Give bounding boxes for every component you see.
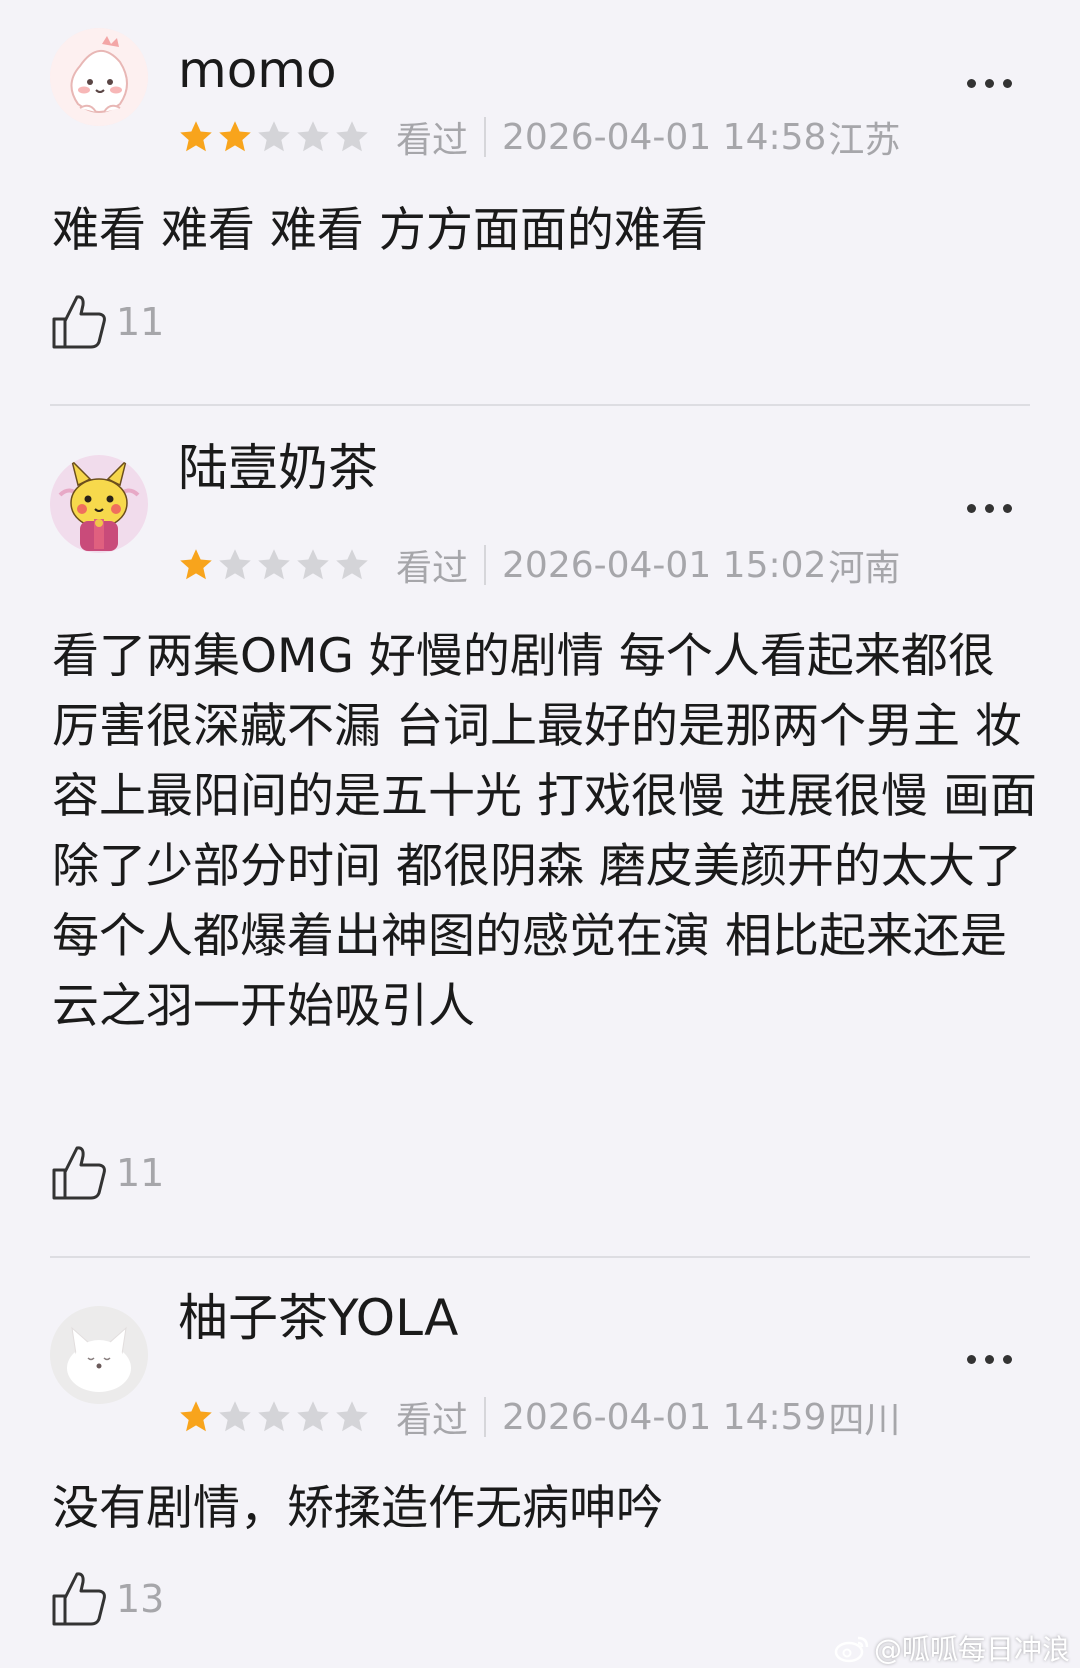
star-filled-icon: [180, 549, 212, 580]
review-time: 2026-04-01 14:58: [502, 116, 827, 158]
like-button[interactable]: 11: [50, 1142, 164, 1204]
review-region: 河南: [828, 548, 901, 589]
more-options-icon[interactable]: [962, 1344, 1018, 1374]
like-count: 11: [116, 300, 165, 344]
thumbs-up-icon: [52, 1146, 106, 1200]
star-empty-icon: [336, 1401, 368, 1432]
user-avatar[interactable]: [50, 1306, 148, 1404]
like-button[interactable]: 13: [50, 1568, 164, 1630]
star-empty-icon: [219, 1401, 251, 1432]
like-count: 11: [116, 1151, 165, 1195]
watch-status: 看过: [396, 1400, 469, 1441]
review-region: 四川: [828, 1400, 901, 1441]
review-time: 2026-04-01 15:02: [502, 544, 827, 586]
review-meta: 看过 2026-04-01 14:58 江苏: [178, 112, 900, 162]
star-empty-icon: [297, 549, 329, 580]
review-time: 2026-04-01 14:59: [502, 1396, 827, 1438]
meta-divider: [484, 117, 487, 157]
like-count: 13: [116, 1577, 165, 1621]
star-filled-icon: [180, 121, 212, 152]
white-fox-avatar-icon: [50, 1306, 148, 1404]
review-divider: [50, 404, 1030, 406]
pikachu-avatar-icon: [50, 455, 148, 553]
more-options-icon[interactable]: [962, 493, 1018, 523]
username[interactable]: momo: [178, 40, 337, 100]
review-region: 江苏: [828, 120, 901, 161]
review-content: 难看 难看 难看 方方面面的难看: [52, 203, 708, 258]
thumbs-up-icon: [52, 1572, 106, 1626]
meta-divider: [484, 545, 487, 585]
review-divider: [50, 1256, 1030, 1258]
star-empty-icon: [336, 549, 368, 580]
like-button[interactable]: 11: [50, 291, 164, 353]
review-meta: 看过 2026-04-01 14:59 四川: [178, 1392, 900, 1442]
review-meta: 看过 2026-04-01 15:02 河南: [178, 540, 900, 590]
thumbs-up-icon: [52, 295, 106, 349]
watch-status: 看过: [396, 120, 469, 161]
user-avatar[interactable]: [50, 455, 148, 553]
watermark-text: @呱呱每日冲浪: [873, 1633, 1070, 1666]
star-empty-icon: [297, 121, 329, 152]
star-empty-icon: [297, 1401, 329, 1432]
weibo-watermark: @呱呱每日冲浪: [834, 1628, 1070, 1668]
meta-divider: [484, 1397, 487, 1437]
star-filled-icon: [180, 1401, 212, 1432]
username[interactable]: 柚子茶YOLA: [178, 1288, 458, 1348]
user-avatar[interactable]: [50, 28, 148, 126]
review-content: 没有剧情，矫揉造作无病呻吟: [52, 1481, 663, 1536]
rating-stars: [178, 119, 370, 155]
more-options-icon[interactable]: [962, 68, 1018, 98]
star-empty-icon: [258, 1401, 290, 1432]
star-empty-icon: [258, 549, 290, 580]
star-empty-icon: [336, 121, 368, 152]
rating-stars: [178, 1399, 370, 1435]
weibo-icon: [834, 1636, 869, 1663]
star-filled-icon: [219, 121, 251, 152]
star-empty-icon: [219, 549, 251, 580]
review-content: 看了两集OMG 好慢的剧情 每个人看起来都很厉害很深藏不漏 台词上最好的是那两个…: [52, 629, 1037, 1034]
watch-status: 看过: [396, 548, 469, 589]
star-empty-icon: [258, 121, 290, 152]
dragon-cartoon-avatar-icon: [50, 28, 148, 126]
username[interactable]: 陆壹奶茶: [178, 438, 378, 498]
rating-stars: [178, 547, 370, 583]
